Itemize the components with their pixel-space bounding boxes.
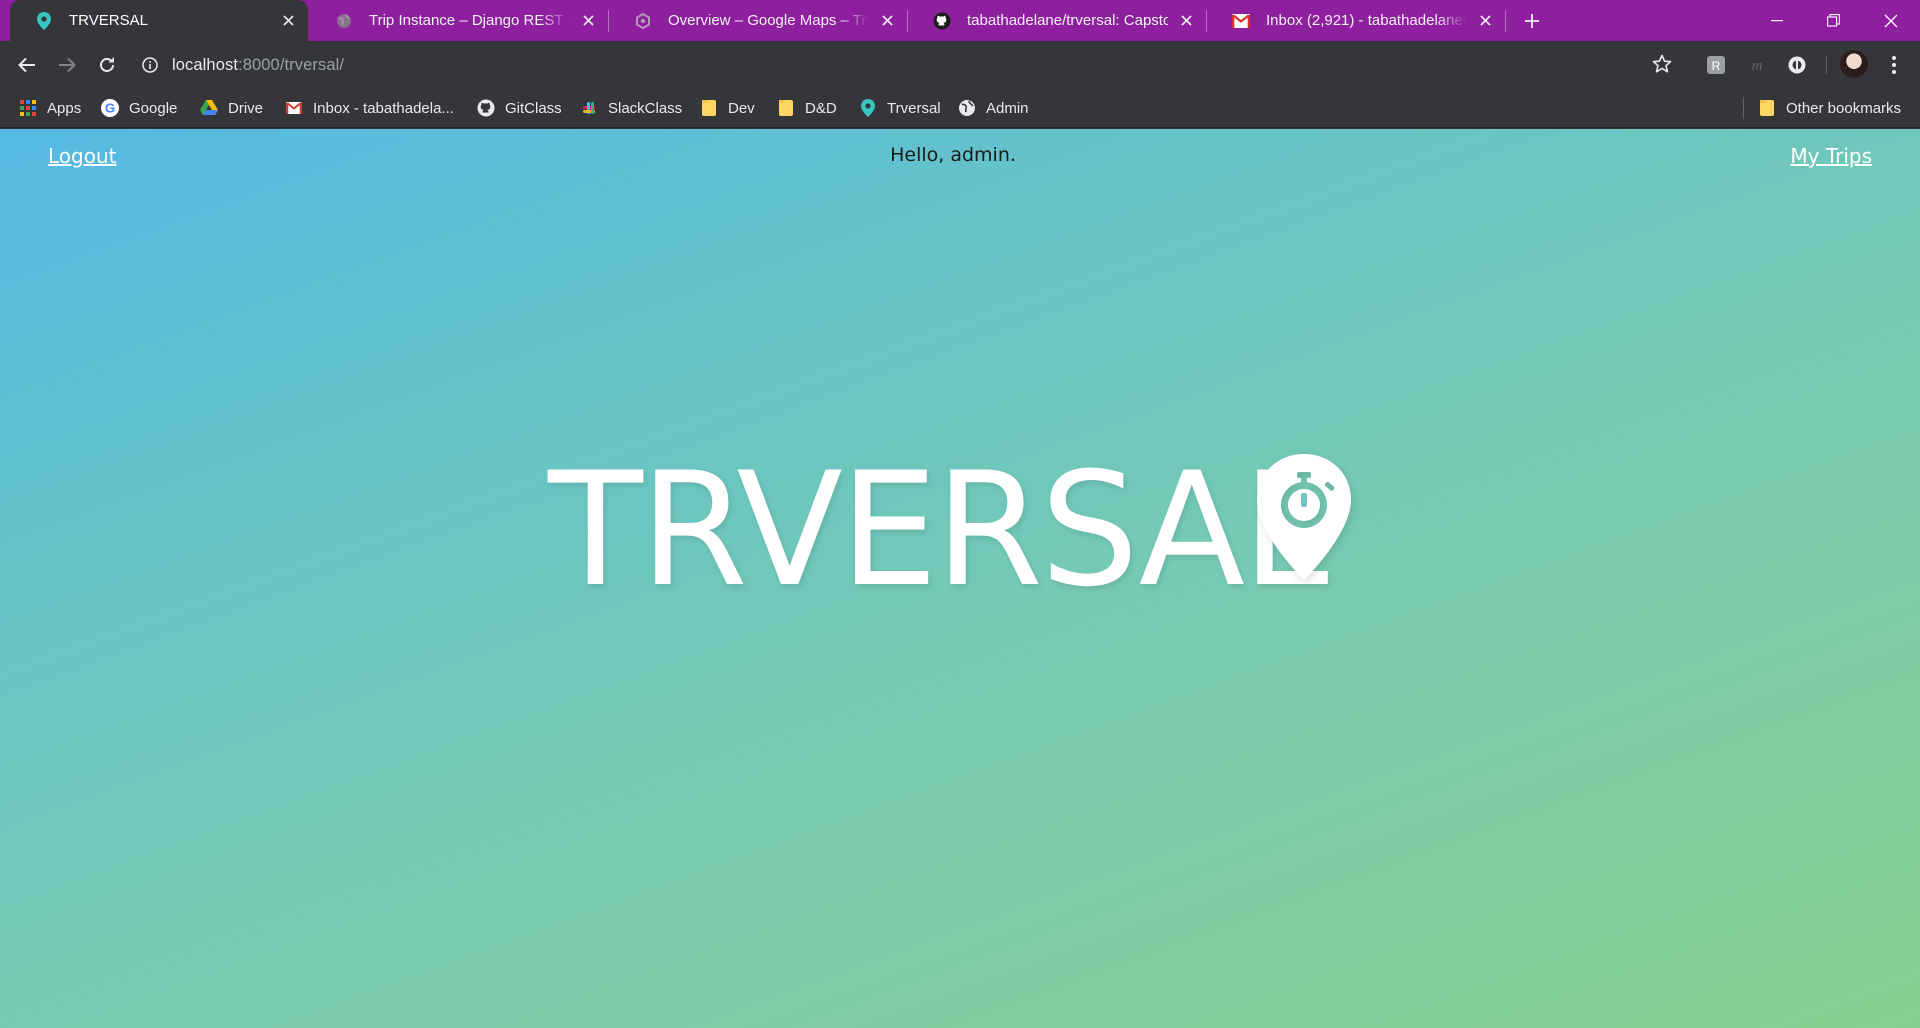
globe-icon [335, 12, 353, 30]
bookmark-inbox[interactable]: Inbox - tabathadela... [285, 96, 454, 120]
url-text: localhost:8000/trversal/ [172, 56, 344, 75]
bookmark-label: Admin [986, 99, 1029, 117]
tab-title: tabathadelane/trversal: Capstone [967, 12, 1168, 29]
bookmark-google[interactable]: G Google [101, 96, 177, 120]
bookmark-gitclass[interactable]: GitClass [477, 96, 562, 120]
bookmarks-bar: Apps G Google Drive Inbox - tabathadela.… [0, 88, 1920, 128]
slack-icon [580, 99, 598, 117]
close-window-button[interactable] [1862, 0, 1919, 41]
tab-separator [1505, 10, 1506, 32]
info-icon[interactable] [140, 55, 160, 75]
tab-trversal[interactable]: TRVERSAL [10, 0, 308, 41]
back-button[interactable] [11, 49, 43, 81]
close-icon[interactable] [1176, 11, 1196, 31]
github-icon [477, 99, 495, 117]
gmail-icon [285, 99, 303, 117]
bookmark-label: Inbox - tabathadela... [313, 99, 454, 117]
location-pin-icon [859, 99, 877, 117]
tab-title: Overview – Google Maps – Trversal [668, 12, 869, 29]
google-icon: G [101, 99, 119, 117]
new-tab-button[interactable] [1519, 8, 1545, 34]
logo: TRVERSAL [548, 449, 1334, 609]
svg-text:m: m [1752, 58, 1763, 74]
close-icon[interactable] [578, 11, 598, 31]
bookmark-label: GitClass [505, 99, 562, 117]
forward-button[interactable] [51, 49, 83, 81]
extension-m-icon[interactable]: m [1746, 54, 1768, 76]
folder-icon [777, 99, 795, 117]
github-icon [933, 12, 951, 30]
bookmark-label: D&D [805, 99, 837, 117]
bookmark-apps[interactable]: Apps [19, 96, 81, 120]
folder-icon [700, 99, 718, 117]
folder-icon [1758, 99, 1776, 117]
minimize-button[interactable] [1748, 0, 1805, 41]
bookmark-drive[interactable]: Drive [200, 96, 263, 120]
tab-gmail[interactable]: Inbox (2,921) - tabathadelane@gmail.com [1207, 0, 1505, 41]
tab-title: TRVERSAL [69, 12, 148, 29]
toolbar-separator [1826, 56, 1827, 74]
bookmarks-separator [1743, 97, 1744, 119]
menu-icon[interactable] [1882, 53, 1906, 77]
tab-github[interactable]: tabathadelane/trversal: Capstone [908, 0, 1206, 41]
reload-button[interactable] [91, 49, 123, 81]
bookmark-label: Trversal [887, 99, 941, 117]
logo-text: TRVERSAL [548, 439, 1329, 622]
restore-button[interactable] [1805, 0, 1862, 41]
stopwatch-pin-icon [1257, 454, 1351, 580]
browser-toolbar: localhost:8000/trversal/ R m [0, 41, 1920, 88]
close-icon[interactable] [877, 11, 897, 31]
bookmark-admin[interactable]: Admin [958, 96, 1029, 120]
bookmark-trversal[interactable]: Trversal [859, 96, 941, 120]
page-viewport: Logout Hello, admin. My Trips TRVERSAL [0, 129, 1920, 1028]
url-path: :8000/trversal/ [238, 55, 345, 74]
bookmark-label: Other bookmarks [1786, 99, 1902, 117]
bookmark-label: Google [129, 99, 178, 117]
greeting-text: Hello, admin. [890, 144, 1016, 166]
globe-icon [958, 99, 976, 117]
close-icon[interactable] [278, 11, 298, 31]
bookmark-label: Dev [728, 99, 755, 117]
bookmark-label: SlackClass [608, 99, 683, 117]
svg-text:G: G [105, 101, 115, 116]
bookmark-star-icon[interactable] [1650, 52, 1674, 76]
tab-title: Inbox (2,921) - tabathadelane@gmail.com [1266, 12, 1467, 29]
extension-icon[interactable]: R [1705, 54, 1727, 76]
apps-grid-icon [19, 99, 37, 117]
bookmark-label: Drive [228, 99, 264, 117]
svg-text:R: R [1712, 59, 1721, 73]
address-bar[interactable]: localhost:8000/trversal/ [140, 48, 1660, 82]
bookmark-slackclass[interactable]: SlackClass [580, 96, 682, 120]
bookmark-folder-dev[interactable]: Dev [700, 96, 755, 120]
bookmark-folder-dnd[interactable]: D&D [777, 96, 837, 120]
tab-title: Trip Instance – Django REST framework [369, 12, 570, 29]
bookmark-label: Apps [47, 99, 82, 117]
close-icon[interactable] [1475, 11, 1495, 31]
my-trips-link[interactable]: My Trips [1790, 144, 1872, 168]
extension-circle-icon[interactable] [1786, 54, 1808, 76]
location-pin-icon [35, 11, 53, 30]
google-cloud-icon [634, 12, 652, 30]
profile-avatar[interactable] [1840, 50, 1868, 78]
drive-icon [200, 99, 218, 117]
tab-django-rest[interactable]: Trip Instance – Django REST framework [310, 0, 608, 41]
other-bookmarks[interactable]: Other bookmarks [1758, 96, 1901, 120]
gmail-icon [1232, 12, 1250, 30]
tab-google-maps[interactable]: Overview – Google Maps – Trversal [609, 0, 907, 41]
tab-strip: TRVERSAL Trip Instance – Django REST fra… [0, 0, 1920, 41]
url-host: localhost [172, 55, 239, 74]
